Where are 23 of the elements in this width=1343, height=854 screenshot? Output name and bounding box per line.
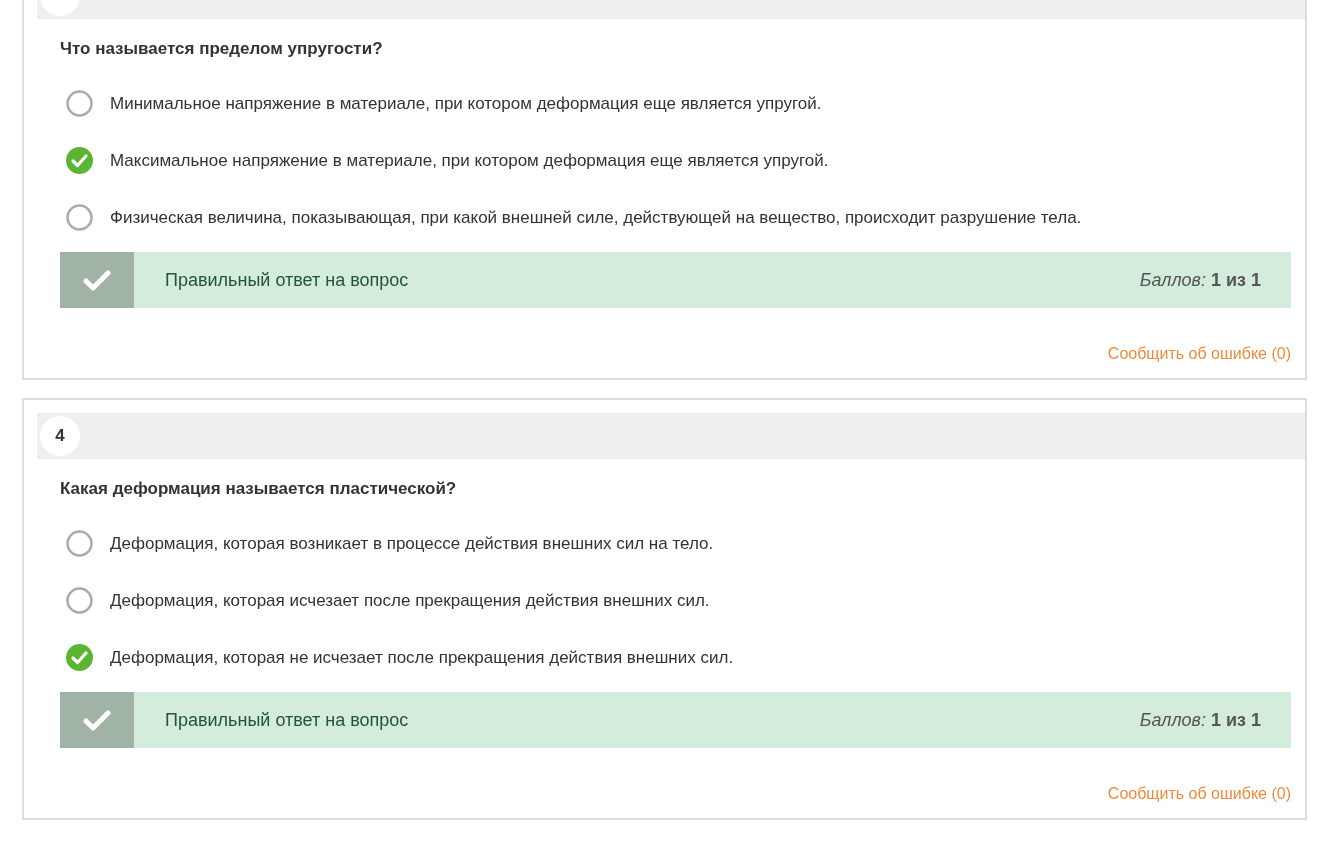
feedback-text: Правильный ответ на вопрос xyxy=(165,708,409,732)
answer-text: Минимальное напряжение в материале, при котором деформация еще является упругой. xyxy=(110,93,822,115)
answer-text: Физическая величина, показывающая, при какой внешней силе, действующей на вещество, происходит разрушение тела. xyxy=(110,207,1082,229)
answer-text: Максимальное напряжение в материале, при котором деформация еще является упругой. xyxy=(110,150,829,172)
check-icon[interactable] xyxy=(66,147,93,174)
feedback-text: Правильный ответ на вопрос xyxy=(165,268,409,292)
answer-text: Деформация, которая не исчезает после прекращения действия внешних сил. xyxy=(110,647,734,669)
check-icon xyxy=(83,709,111,731)
report-error-link[interactable]: Сообщить об ошибке (0) xyxy=(1107,782,1291,806)
question-title: Что называется пределом упругости? xyxy=(60,38,384,60)
radio-button[interactable] xyxy=(66,587,93,614)
check-icon xyxy=(83,269,111,291)
check-icon[interactable] xyxy=(66,644,93,671)
question-title: Какая деформация называется пластической? xyxy=(60,478,458,500)
answer-text: Деформация, которая возникает в процессе действия внешних сил на тело. xyxy=(110,533,714,555)
question-number: 4 xyxy=(40,416,80,456)
score-text: Баллов: 1 из 1 xyxy=(1139,708,1261,732)
radio-button[interactable] xyxy=(66,530,93,557)
score-text: Баллов: 1 из 1 xyxy=(1139,268,1261,292)
report-error-link[interactable]: Сообщить об ошибке (0) xyxy=(1107,342,1291,366)
radio-button[interactable] xyxy=(66,204,93,231)
answer-text: Деформация, которая исчезает после прекращения действия внешних сил. xyxy=(110,590,710,612)
radio-button[interactable] xyxy=(66,90,93,117)
